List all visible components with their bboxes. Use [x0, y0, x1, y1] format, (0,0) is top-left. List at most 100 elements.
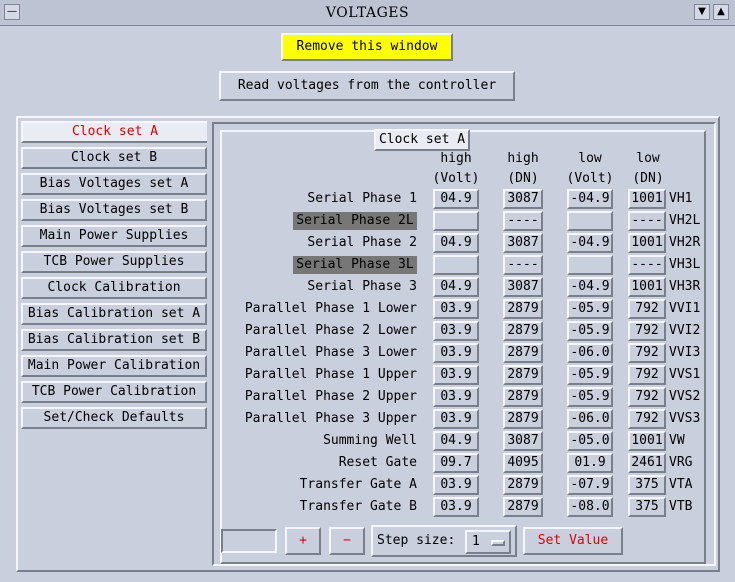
low-volt-field[interactable]: 01.9: [567, 453, 613, 473]
high-dn-field[interactable]: 2879: [503, 343, 543, 363]
tab-set-check-defaults[interactable]: Set/Check Defaults: [21, 407, 207, 429]
low-dn-field[interactable]: ----: [628, 211, 666, 231]
panel-title: Clock set A: [374, 129, 470, 151]
low-dn-field[interactable]: 792: [628, 321, 666, 341]
low-dn-field[interactable]: 1001: [628, 233, 666, 253]
low-volt-field[interactable]: -04.9: [567, 189, 613, 209]
high-dn-field[interactable]: 2879: [503, 321, 543, 341]
high-dn-field[interactable]: 3087: [503, 431, 543, 451]
low-dn-field[interactable]: 792: [628, 365, 666, 385]
low-dn-field[interactable]: 792: [628, 299, 666, 319]
low-dn-field[interactable]: ----: [628, 255, 666, 275]
low-volt-field[interactable]: -04.9: [567, 233, 613, 253]
high-volt-field[interactable]: 04.9: [433, 277, 479, 297]
step-size-group: Step size: 1: [371, 525, 517, 557]
high-dn-field[interactable]: 2879: [503, 497, 543, 517]
high-volt-field[interactable]: [433, 255, 479, 275]
high-volt-field[interactable]: 03.9: [433, 387, 479, 407]
low-volt-field[interactable]: -05.0: [567, 431, 613, 451]
high-dn-field[interactable]: 4095: [503, 453, 543, 473]
low-dn-field[interactable]: 792: [628, 343, 666, 363]
tab-bias-calibration-set-a[interactable]: Bias Calibration set A: [21, 303, 207, 325]
low-volt-field[interactable]: -05.9: [567, 321, 613, 341]
high-dn-field[interactable]: ----: [503, 255, 543, 275]
low-dn-field[interactable]: 1001: [628, 189, 666, 209]
high-volt-field[interactable]: 03.9: [433, 497, 479, 517]
row-code: VH2R: [669, 235, 701, 250]
increment-button[interactable]: +: [285, 527, 321, 555]
high-volt-field[interactable]: 03.9: [433, 409, 479, 429]
high-dn-field[interactable]: ----: [503, 211, 543, 231]
high-dn-header: high: [507, 151, 539, 166]
high-dn-field[interactable]: 2879: [503, 365, 543, 385]
step-size-select[interactable]: 1: [465, 530, 511, 554]
high-dn-field[interactable]: 2879: [503, 475, 543, 495]
high-dn-field[interactable]: 3087: [503, 189, 543, 209]
tab-tcb-power-supplies[interactable]: TCB Power Supplies: [21, 251, 207, 273]
maximize-button[interactable]: ▲: [713, 4, 729, 20]
title-bar[interactable]: — VOLTAGES ▼ ▲: [0, 0, 735, 26]
remove-window-button[interactable]: Remove this window: [281, 33, 453, 61]
low-dn-field[interactable]: 375: [628, 497, 666, 517]
high-dn-field[interactable]: 2879: [503, 299, 543, 319]
high-volt-field[interactable]: 03.9: [433, 475, 479, 495]
low-dn-field[interactable]: 792: [628, 409, 666, 429]
read-voltages-button[interactable]: Read voltages from the controller: [219, 71, 515, 101]
row-label: Parallel Phase 1 Upper: [244, 367, 417, 382]
high-dn-field[interactable]: 2879: [503, 387, 543, 407]
step-size-label: Step size:: [377, 533, 456, 548]
tab-clock-calibration[interactable]: Clock Calibration: [21, 277, 207, 299]
high-volt-field[interactable]: 03.9: [433, 343, 479, 363]
low-dn-field[interactable]: 375: [628, 475, 666, 495]
low-volt-field[interactable]: -05.9: [567, 387, 613, 407]
row-code: VVI3: [669, 345, 701, 360]
high-dn-field[interactable]: 3087: [503, 233, 543, 253]
low-dn-field[interactable]: 792: [628, 387, 666, 407]
low-dn-field[interactable]: 1001: [628, 277, 666, 297]
high-volt-field[interactable]: 03.9: [433, 299, 479, 319]
low-volt-field[interactable]: -04.9: [567, 277, 613, 297]
high-volt-field[interactable]: 04.9: [433, 233, 479, 253]
tab-clock-set-b[interactable]: Clock set B: [21, 147, 207, 169]
tab-tcb-power-calibration[interactable]: TCB Power Calibration: [21, 381, 207, 403]
high-dn-field[interactable]: 2879: [503, 409, 543, 429]
row-code: VTA: [669, 477, 693, 492]
row-label: Serial Phase 2: [307, 235, 417, 250]
high-dn-field[interactable]: 3087: [503, 277, 543, 297]
tab-bias-voltages-set-a[interactable]: Bias Voltages set A: [21, 173, 207, 195]
high-volt-field[interactable]: 09.7: [433, 453, 479, 473]
high-volt-field[interactable]: 04.9: [433, 189, 479, 209]
low-volt-field[interactable]: -06.0: [567, 409, 613, 429]
row-label: Parallel Phase 3 Lower: [244, 345, 417, 360]
row-label: Transfer Gate B: [299, 499, 417, 514]
high-volt-field[interactable]: 03.9: [433, 321, 479, 341]
low-volt-field[interactable]: -08.0: [567, 497, 613, 517]
high-volt-field[interactable]: [433, 211, 479, 231]
option-menu-indicator-icon: [491, 540, 505, 546]
low-volt-field[interactable]: -05.9: [567, 365, 613, 385]
minimize-button[interactable]: ▼: [694, 4, 710, 20]
set-value-button[interactable]: Set Value: [523, 527, 623, 555]
low-volt-field[interactable]: -05.9: [567, 299, 613, 319]
tab-main-power-supplies[interactable]: Main Power Supplies: [21, 225, 207, 247]
decrement-button[interactable]: −: [329, 527, 365, 555]
low-volt-field[interactable]: [567, 255, 613, 275]
low-dn-field[interactable]: 2461: [628, 453, 666, 473]
step-size-value: 1: [472, 534, 480, 549]
high-volt-field[interactable]: 03.9: [433, 365, 479, 385]
high-volt-field[interactable]: 04.9: [433, 431, 479, 451]
row-code: VH2L: [669, 213, 701, 228]
row-label: Serial Phase 2L: [293, 212, 417, 230]
low-volt-field[interactable]: [567, 211, 613, 231]
value-input[interactable]: [221, 529, 277, 553]
row-code: VH3L: [669, 257, 701, 272]
low-dn-field[interactable]: 1001: [628, 431, 666, 451]
tab-main-power-calibration[interactable]: Main Power Calibration: [21, 355, 207, 377]
tab-clock-set-a[interactable]: Clock set A: [21, 121, 207, 143]
row-label: Serial Phase 3: [307, 279, 417, 294]
low-volt-field[interactable]: -06.0: [567, 343, 613, 363]
low-dn-header: low: [636, 151, 660, 166]
tab-bias-calibration-set-b[interactable]: Bias Calibration set B: [21, 329, 207, 351]
tab-bias-voltages-set-b[interactable]: Bias Voltages set B: [21, 199, 207, 221]
low-volt-field[interactable]: -07.9: [567, 475, 613, 495]
